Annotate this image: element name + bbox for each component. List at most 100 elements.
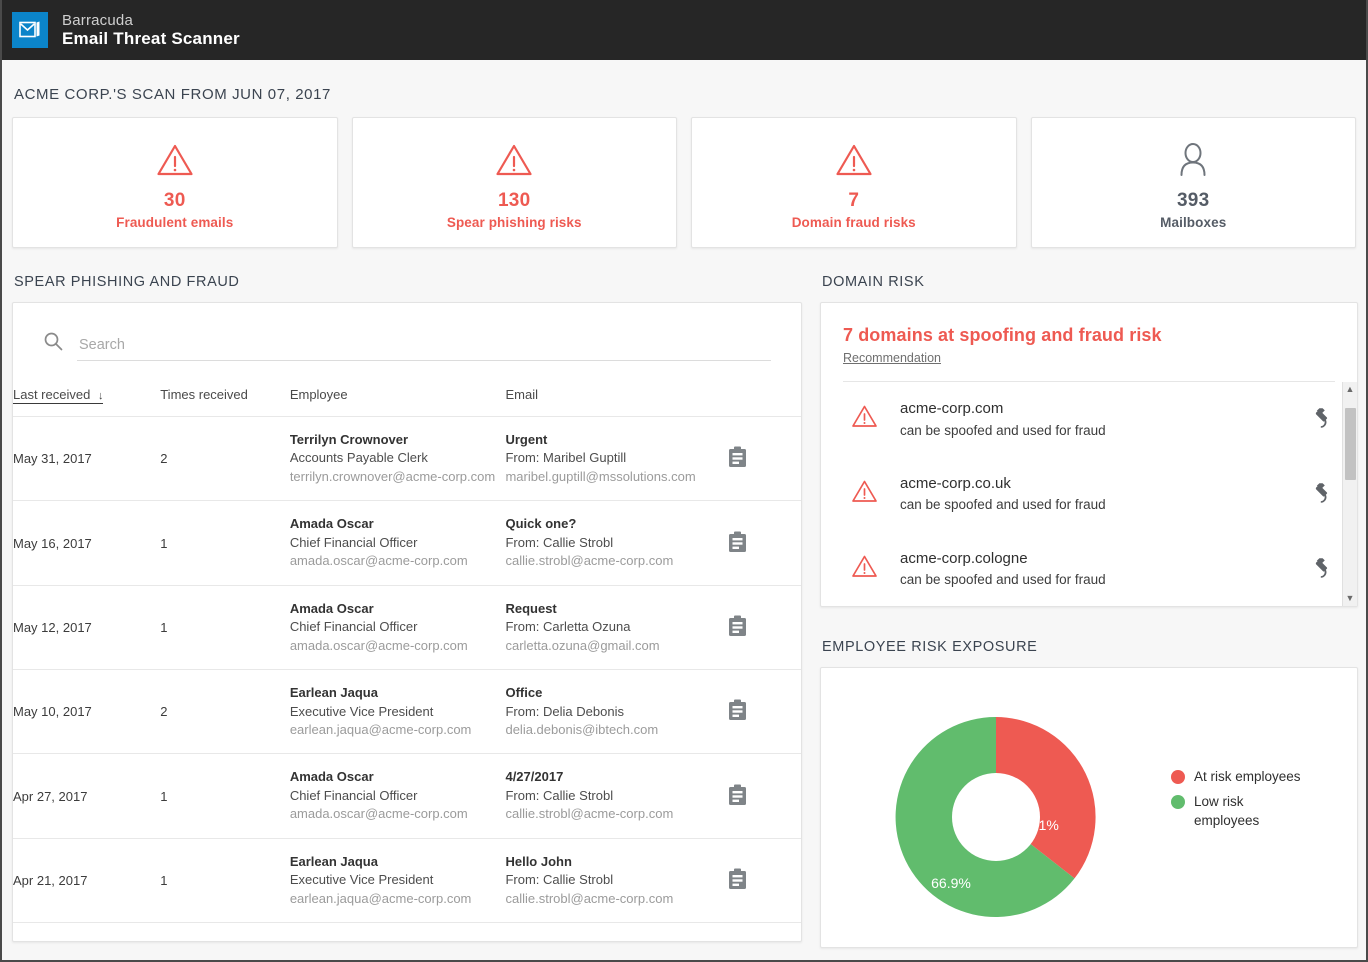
- table-row[interactable]: May 31, 2017 2 Terrilyn Crownover Accoun…: [13, 417, 801, 501]
- stat-card-mailboxes[interactable]: 393 Mailboxes: [1031, 117, 1357, 248]
- scrollbar-track[interactable]: [1343, 394, 1357, 594]
- stat-label: Domain fraud risks: [792, 215, 916, 230]
- cell-employee: Earlean Jaqua Executive Vice President e…: [290, 670, 506, 754]
- threats-table: Last received ↓ Times received Employee …: [13, 379, 801, 942]
- user-icon: [1176, 139, 1210, 181]
- clipboard-report-icon[interactable]: [728, 531, 747, 553]
- email-from-address: delia.debonis@ibtech.com: [505, 721, 722, 739]
- employee-name: Amada Oscar: [290, 600, 500, 618]
- clipboard-report-icon[interactable]: [728, 446, 747, 468]
- email-subject: Office: [505, 684, 722, 702]
- employee-email: terrilyn.crownover@acme-corp.com: [290, 468, 500, 486]
- col-last-received[interactable]: Last received ↓: [13, 379, 160, 417]
- table-row[interactable]: May 16, 2017 1 Amada Oscar Chief Financi…: [13, 501, 801, 585]
- scroll-up-arrow-icon[interactable]: ▲: [1346, 385, 1355, 394]
- list-item[interactable]: acme-corp.co.uk can be spoofed and used …: [821, 457, 1342, 532]
- domain-item-texts: acme-corp.cologne can be spoofed and use…: [900, 548, 1306, 591]
- warning-triangle-icon: [851, 554, 878, 584]
- email-subject: Quick one?: [505, 515, 722, 533]
- search-icon: [43, 331, 63, 356]
- list-item[interactable]: acme-corp.cologne can be spoofed and use…: [821, 532, 1342, 607]
- brand-name: Barracuda: [62, 12, 240, 29]
- employee-email: amada.oscar@acme-corp.com: [290, 552, 500, 570]
- cell-actions: [728, 838, 801, 922]
- cell-email: Hello John From: Callie Strobl callie.st…: [505, 838, 728, 922]
- stat-card-domain-fraud-risks[interactable]: 7 Domain fraud risks: [691, 117, 1017, 248]
- cell-employee: Amada Oscar Chief Financial Officer amad…: [290, 501, 506, 585]
- cell-date: May 12, 2017: [13, 585, 160, 669]
- page-body: ACME CORP.'S SCAN FROM JUN 07, 2017 30 F…: [2, 60, 1366, 962]
- col-times-received[interactable]: Times received: [160, 379, 290, 417]
- threats-table-header: Last received ↓ Times received Employee …: [13, 379, 801, 417]
- table-row[interactable]: Apr 18, 2017 1 Amada Oscar Chief Financi…: [13, 923, 801, 942]
- scrollbar-thumb[interactable]: [1345, 408, 1356, 480]
- warning-triangle-icon: [835, 139, 873, 181]
- search-input[interactable]: [77, 334, 771, 361]
- email-from-address: carletta.ozuna@gmail.com: [505, 637, 722, 655]
- cell-email: Request From: Carletta Ozuna carletta.oz…: [505, 585, 728, 669]
- employee-title: Chief Financial Officer: [290, 534, 500, 552]
- col-email[interactable]: Email: [505, 379, 728, 417]
- page-title: ACME CORP.'S SCAN FROM JUN 07, 2017: [12, 60, 1356, 117]
- legend-label-low-risk: Low risk employees: [1194, 793, 1304, 829]
- clipboard-report-icon[interactable]: [728, 784, 747, 806]
- table-row[interactable]: Apr 27, 2017 1 Amada Oscar Chief Financi…: [13, 754, 801, 838]
- email-subject: Request: [505, 937, 722, 942]
- table-row[interactable]: Apr 21, 2017 1 Earlean Jaqua Executive V…: [13, 838, 801, 922]
- col-employee[interactable]: Employee: [290, 379, 506, 417]
- email-from: From: Callie Strobl: [505, 871, 722, 889]
- legend-item-low-risk[interactable]: Low risk employees: [1171, 793, 1304, 829]
- cell-times: 1: [160, 923, 290, 942]
- employee-email: amada.oscar@acme-corp.com: [290, 637, 500, 655]
- donut-legend: At risk employees Low risk employees: [1171, 682, 1304, 837]
- email-subject: Urgent: [505, 431, 722, 449]
- employee-name: Earlean Jaqua: [290, 684, 500, 702]
- wrench-icon[interactable]: [1306, 557, 1330, 581]
- employee-risk-panel: 33.1% 66.9% At risk employees Lo: [820, 667, 1358, 948]
- wrench-icon[interactable]: [1306, 407, 1330, 431]
- table-row[interactable]: May 12, 2017 1 Amada Oscar Chief Financi…: [13, 585, 801, 669]
- wrench-icon[interactable]: [1306, 482, 1330, 506]
- email-from: From: Callie Strobl: [505, 787, 722, 805]
- cell-employee: Amada Oscar Chief Financial Officer amad…: [290, 754, 506, 838]
- employee-email: earlean.jaqua@acme-corp.com: [290, 721, 500, 739]
- cell-times: 1: [160, 585, 290, 669]
- stat-label: Spear phishing risks: [447, 215, 582, 230]
- list-item[interactable]: acme-corp.com can be spoofed and used fo…: [821, 382, 1342, 457]
- brand-text: Barracuda Email Threat Scanner: [62, 12, 240, 49]
- recommendation-link[interactable]: Recommendation: [843, 351, 941, 365]
- col-actions: [728, 379, 801, 417]
- clipboard-report-icon[interactable]: [728, 699, 747, 721]
- stat-label: Fraudulent emails: [116, 215, 233, 230]
- email-from: From: Delia Debonis: [505, 703, 722, 721]
- legend-item-at-risk[interactable]: At risk employees: [1171, 768, 1304, 786]
- warning-triangle-icon: [851, 404, 878, 434]
- domain-item-texts: acme-corp.co.uk can be spoofed and used …: [900, 473, 1306, 516]
- clipboard-report-icon[interactable]: [728, 868, 747, 890]
- stat-card-spear-phishing-risks[interactable]: 130 Spear phishing risks: [352, 117, 678, 248]
- search-row: [13, 303, 801, 361]
- cell-email: Urgent From: Maribel Guptill maribel.gup…: [505, 417, 728, 501]
- cell-date: Apr 21, 2017: [13, 838, 160, 922]
- stat-card-fraudulent-emails[interactable]: 30 Fraudulent emails: [12, 117, 338, 248]
- employee-name: Amada Oscar: [290, 515, 500, 533]
- table-header-row: Last received ↓ Times received Employee …: [13, 379, 801, 417]
- domain-list: acme-corp.com can be spoofed and used fo…: [821, 382, 1342, 606]
- legend-label-at-risk: At risk employees: [1194, 768, 1301, 786]
- stat-label: Mailboxes: [1160, 215, 1226, 230]
- slice-label-at-risk: 33.1%: [1019, 817, 1059, 833]
- email-from-address: callie.strobl@acme-corp.com: [505, 890, 722, 908]
- cell-times: 2: [160, 670, 290, 754]
- cell-date: May 16, 2017: [13, 501, 160, 585]
- scroll-down-arrow-icon[interactable]: ▼: [1346, 594, 1355, 603]
- clipboard-report-icon[interactable]: [728, 615, 747, 637]
- email-from: From: Carletta Ozuna: [505, 618, 722, 636]
- warning-triangle-icon: [851, 479, 878, 509]
- employee-risk-section-title: EMPLOYEE RISK EXPOSURE: [820, 607, 1358, 667]
- cell-actions: [728, 923, 801, 942]
- domain-description: can be spoofed and used for fraud: [900, 495, 1306, 515]
- cell-email: Quick one? From: Callie Strobl callie.st…: [505, 501, 728, 585]
- table-row[interactable]: May 10, 2017 2 Earlean Jaqua Executive V…: [13, 670, 801, 754]
- domain-list-scrollbar[interactable]: ▲ ▼: [1342, 382, 1357, 606]
- email-from-address: maribel.guptill@mssolutions.com: [505, 468, 722, 486]
